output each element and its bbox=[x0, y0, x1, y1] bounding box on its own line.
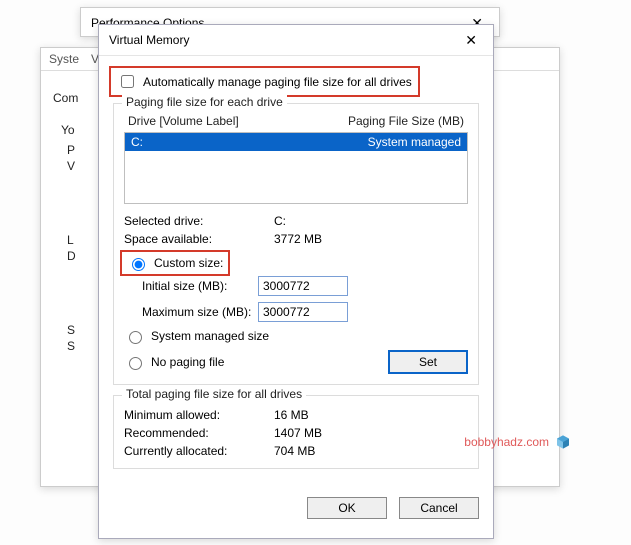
watermark: bobbyhadz.com bbox=[464, 434, 571, 450]
recommended-label: Recommended: bbox=[124, 426, 274, 440]
space-available-value: 3772 MB bbox=[274, 232, 322, 246]
space-available-label: Space available: bbox=[124, 232, 274, 246]
initial-size-input[interactable] bbox=[258, 276, 348, 296]
auto-manage-label: Automatically manage paging file size fo… bbox=[143, 75, 412, 89]
maximum-size-label: Maximum size (MB): bbox=[142, 305, 258, 319]
custom-size-label: Custom size: bbox=[154, 256, 223, 270]
group-title: Paging file size for each drive bbox=[122, 95, 287, 109]
drive-size: System managed bbox=[368, 135, 461, 149]
auto-manage-checkbox[interactable] bbox=[121, 75, 134, 88]
drive-letter: C: bbox=[131, 135, 143, 149]
drive-row[interactable]: C: System managed bbox=[125, 133, 467, 151]
selected-drive-label: Selected drive: bbox=[124, 214, 274, 228]
custom-size-radio[interactable] bbox=[132, 258, 145, 271]
watermark-text: bobbyhadz.com bbox=[464, 435, 549, 449]
close-icon[interactable]: ✕ bbox=[459, 31, 483, 49]
vm-title: Virtual Memory bbox=[109, 33, 189, 47]
no-paging-label: No paging file bbox=[151, 355, 224, 369]
selected-drive-value: C: bbox=[274, 214, 286, 228]
no-paging-radio[interactable] bbox=[129, 357, 142, 370]
bg-tab-system[interactable]: Syste bbox=[49, 52, 79, 66]
maximum-size-input[interactable] bbox=[258, 302, 348, 322]
set-button[interactable]: Set bbox=[388, 350, 468, 374]
paging-per-drive-group: Paging file size for each drive Drive [V… bbox=[113, 103, 479, 385]
cube-icon bbox=[555, 434, 571, 450]
drive-list[interactable]: C: System managed bbox=[124, 132, 468, 204]
total-paging-group: Total paging file size for all drives Mi… bbox=[113, 395, 479, 469]
currently-allocated-label: Currently allocated: bbox=[124, 444, 274, 458]
virtual-memory-dialog: Virtual Memory ✕ Automatically manage pa… bbox=[98, 24, 494, 539]
initial-size-label: Initial size (MB): bbox=[142, 279, 258, 293]
vm-titlebar: Virtual Memory ✕ bbox=[99, 25, 493, 56]
cancel-button[interactable]: Cancel bbox=[399, 497, 479, 519]
group-title: Total paging file size for all drives bbox=[122, 387, 306, 401]
col-drive: Drive [Volume Label] bbox=[128, 114, 239, 128]
ok-button[interactable]: OK bbox=[307, 497, 387, 519]
min-allowed-label: Minimum allowed: bbox=[124, 408, 274, 422]
dialog-buttons: OK Cancel bbox=[99, 487, 493, 529]
system-managed-label: System managed size bbox=[151, 329, 269, 343]
col-size: Paging File Size (MB) bbox=[348, 114, 464, 128]
system-managed-radio[interactable] bbox=[129, 331, 142, 344]
min-allowed-value: 16 MB bbox=[274, 408, 309, 422]
currently-allocated-value: 704 MB bbox=[274, 444, 315, 458]
recommended-value: 1407 MB bbox=[274, 426, 322, 440]
drive-list-header: Drive [Volume Label] Paging File Size (M… bbox=[124, 112, 468, 130]
